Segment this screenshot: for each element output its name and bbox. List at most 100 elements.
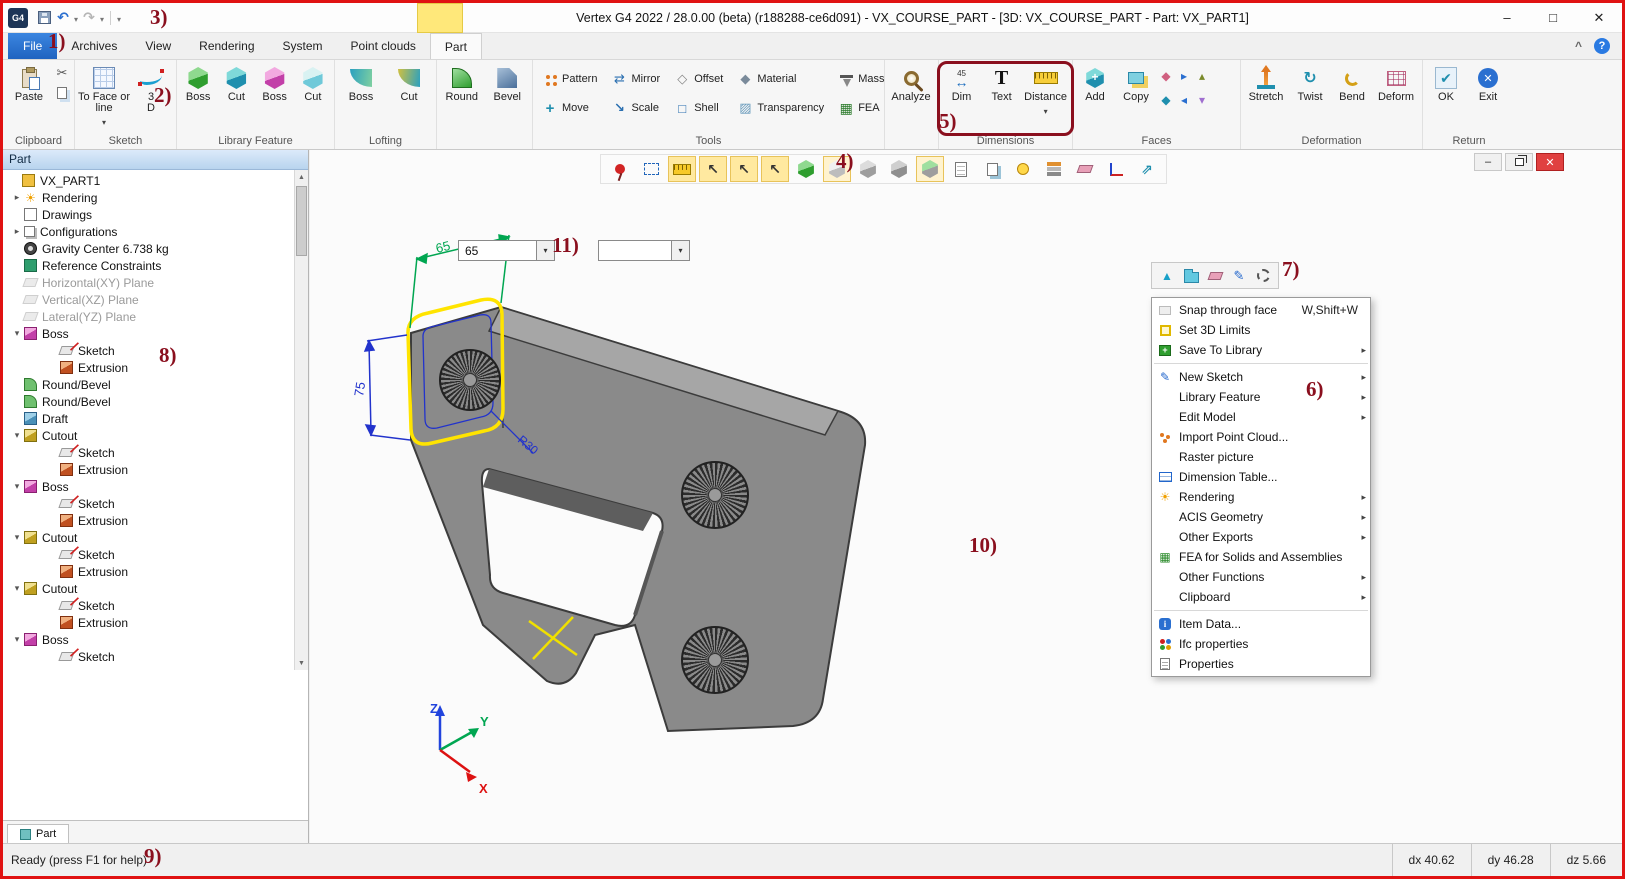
menu-tab-system[interactable]: System	[269, 33, 337, 59]
expand-icon[interactable]	[11, 481, 23, 492]
filter-icon[interactable]	[1158, 267, 1176, 285]
tree-item[interactable]: Horizontal(XY) Plane	[3, 274, 294, 291]
tree-item[interactable]: Drawings	[3, 206, 294, 223]
library-cut-button[interactable]: Cut	[218, 62, 254, 103]
context-menu-item[interactable]: Other Functions	[1152, 567, 1370, 587]
context-menu-item[interactable]: Item Data...	[1152, 614, 1370, 634]
doc-minimize-button[interactable]: –	[1474, 153, 1502, 171]
scroll-up-icon[interactable]: ▲	[295, 170, 308, 184]
face-add-button[interactable]: Add	[1076, 62, 1114, 103]
eraser-icon[interactable]	[1206, 267, 1224, 285]
measure-icon[interactable]	[1230, 267, 1248, 285]
panel-tab-part[interactable]: Part	[7, 824, 69, 843]
maximize-button[interactable]: □	[1530, 3, 1576, 33]
tree-item[interactable]: Extrusion	[3, 512, 294, 529]
tree-item[interactable]: Reference Constraints	[3, 257, 294, 274]
redo-button[interactable]	[81, 10, 97, 26]
expand-icon[interactable]	[11, 226, 23, 237]
tree-item[interactable]: Rendering	[3, 189, 294, 206]
twist-button[interactable]: Twist	[1290, 62, 1330, 103]
tree-item[interactable]: VX_PART1	[3, 172, 294, 189]
tree-item[interactable]: Extrusion	[3, 359, 294, 376]
viewport-canvas[interactable]: – ✕ 65 R30	[310, 150, 1622, 843]
tree-item[interactable]: Boss	[3, 631, 294, 648]
context-menu-item[interactable]: Set 3D Limits	[1152, 320, 1370, 340]
save-button[interactable]	[36, 10, 52, 26]
hidden-line-view-icon[interactable]	[885, 156, 913, 182]
face-op-icon[interactable]	[1176, 68, 1192, 84]
copy-icon[interactable]	[54, 85, 70, 101]
face-op-icon[interactable]	[1194, 68, 1210, 84]
tree-item[interactable]: Extrusion	[3, 563, 294, 580]
tree-item[interactable]: Draft	[3, 410, 294, 427]
context-menu-item[interactable]: Ifc properties	[1152, 634, 1370, 654]
dim-button[interactable]: 45 Dim	[942, 62, 981, 103]
shell-button[interactable]: Shell	[672, 94, 725, 122]
tree-item[interactable]: Boss	[3, 325, 294, 342]
layers-icon[interactable]	[1040, 156, 1068, 182]
context-menu-item[interactable]: Save To Library	[1152, 340, 1370, 360]
menu-tab-archives[interactable]: Archives	[57, 33, 131, 59]
context-menu-item[interactable]: Import Point Cloud...	[1152, 427, 1370, 447]
folder-icon[interactable]	[1182, 267, 1200, 285]
face-copy-button[interactable]: Copy	[1116, 62, 1156, 103]
settings-icon[interactable]	[1254, 267, 1272, 285]
collapse-ribbon-icon[interactable]	[1575, 39, 1582, 53]
bevel-button[interactable]: Bevel	[486, 62, 530, 103]
undo-button[interactable]	[55, 10, 71, 26]
tree-item[interactable]: Configurations	[3, 223, 294, 240]
lamp-icon[interactable]	[1009, 156, 1037, 182]
text-button[interactable]: T Text	[983, 62, 1020, 103]
tree-scrollbar[interactable]: ▲ ▼	[294, 170, 308, 670]
menu-tab-part[interactable]: Part	[430, 33, 482, 59]
tree-item[interactable]: Sketch	[3, 546, 294, 563]
scroll-down-icon[interactable]: ▼	[295, 656, 308, 670]
combo-caret-icon[interactable]	[671, 241, 689, 260]
help-icon[interactable]: ?	[1594, 38, 1610, 54]
tree-item[interactable]: Boss	[3, 478, 294, 495]
copy-sheet-icon[interactable]	[978, 156, 1006, 182]
move-button[interactable]: Move	[540, 94, 599, 122]
context-menu-item[interactable]: Edit Model	[1152, 407, 1370, 427]
fea-button[interactable]: FEA	[836, 94, 886, 122]
tree-item[interactable]: Cutout	[3, 529, 294, 546]
mirror-button[interactable]: Mirror	[609, 65, 662, 93]
sketch-to-face-button[interactable]: To Face or line	[78, 62, 130, 128]
dimension-style-combo[interactable]	[598, 240, 690, 261]
tree-item[interactable]: Sketch	[3, 444, 294, 461]
undo-caret-icon[interactable]	[74, 11, 78, 25]
deform-button[interactable]: Deform	[1374, 62, 1418, 103]
context-menu-item[interactable]: Clipboard	[1152, 587, 1370, 607]
context-menu-item[interactable]: ACIS Geometry	[1152, 507, 1370, 527]
context-menu-item[interactable]: Dimension Table...	[1152, 467, 1370, 487]
doc-close-button[interactable]: ✕	[1536, 153, 1564, 171]
face-op-icon[interactable]	[1158, 92, 1174, 108]
pattern-button[interactable]: Pattern	[540, 65, 599, 93]
pick-plane-icon[interactable]	[761, 156, 789, 182]
distance-button[interactable]: Distance	[1022, 62, 1069, 117]
tree-item[interactable]: Cutout	[3, 427, 294, 444]
tree-item[interactable]: Sketch	[3, 342, 294, 359]
expand-icon[interactable]	[11, 328, 23, 339]
face-select-view-icon[interactable]	[916, 156, 944, 182]
tree-item[interactable]: Sketch	[3, 648, 294, 665]
shaded-view-icon[interactable]	[854, 156, 882, 182]
context-menu-item[interactable]: Snap through faceW,Shift+W	[1152, 300, 1370, 320]
pick-axis-icon[interactable]	[730, 156, 758, 182]
lofting-boss-button[interactable]: Boss	[338, 62, 384, 103]
solid-view-icon[interactable]	[792, 156, 820, 182]
ok-button[interactable]: OK	[1426, 62, 1466, 103]
combo-caret-icon[interactable]	[536, 241, 554, 260]
mass-button[interactable]: Mass	[836, 65, 886, 93]
analyze-button[interactable]: Analyze	[888, 62, 934, 103]
wireframe-view-icon[interactable]	[823, 156, 851, 182]
tree-item[interactable]: Lateral(YZ) Plane	[3, 308, 294, 325]
menu-tab-view[interactable]: View	[131, 33, 185, 59]
tree-item[interactable]: Vertical(XZ) Plane	[3, 291, 294, 308]
pin-icon[interactable]	[606, 156, 634, 182]
tree-item[interactable]: Sketch	[3, 495, 294, 512]
pick-point-icon[interactable]	[699, 156, 727, 182]
sketch-3d-button[interactable]: 3 D	[132, 62, 170, 114]
context-menu-item[interactable]: New Sketch	[1152, 367, 1370, 387]
select-box-icon[interactable]	[637, 156, 665, 182]
